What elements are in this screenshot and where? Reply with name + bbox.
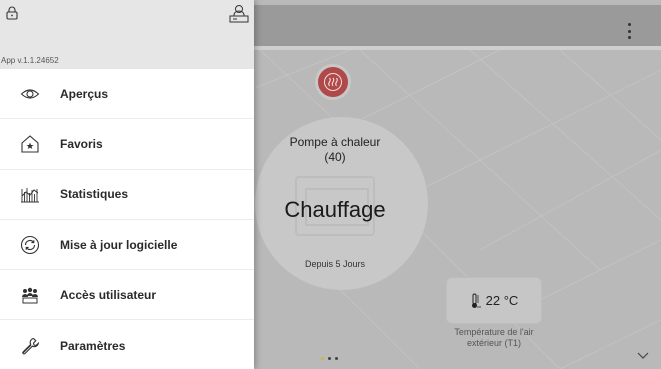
menu-item-favoris[interactable]: Favoris — [0, 119, 254, 170]
lock-icon[interactable] — [6, 6, 18, 20]
menu-item-mise-a-jour[interactable]: Mise à jour logicielle — [0, 220, 254, 271]
chevron-down-icon[interactable] — [637, 351, 649, 361]
menu-item-parametres[interactable]: Paramètres — [0, 320, 254, 369]
navigation-drawer: App v.1.1.24652 Aperçus Favoris Statisti… — [0, 0, 254, 369]
menu-item-acces-utilisateur[interactable]: Accès utilisateur — [0, 270, 254, 321]
outdoor-temperature-card[interactable]: 22 °C — [446, 277, 542, 324]
menu-item-statistiques[interactable]: Statistiques — [0, 170, 254, 220]
software-update-icon — [20, 235, 40, 254]
menu-item-label: Statistiques — [60, 187, 129, 202]
mode-duration: Depuis 5 Jours — [304, 259, 366, 269]
menu-item-label: Paramètres — [60, 338, 126, 353]
drawer-header: App v.1.1.24652 — [0, 0, 254, 69]
drawer-menu: Aperçus Favoris Statistiques Mise à jour… — [0, 69, 254, 369]
menu-item-apercus[interactable]: Aperçus — [0, 69, 254, 120]
heating-mode-button[interactable] — [315, 64, 351, 100]
page-dot[interactable] — [335, 357, 338, 360]
menu-item-label: Accès utilisateur — [60, 287, 157, 302]
user-account-icon[interactable] — [228, 4, 250, 24]
thermometer-icon — [471, 293, 481, 308]
menu-item-label: Mise à jour logicielle — [60, 237, 178, 252]
page-dot[interactable] — [328, 357, 331, 360]
user-access-icon — [22, 287, 38, 304]
menu-item-label: Favoris — [60, 136, 103, 151]
app-version: App v.1.1.24652 — [1, 56, 59, 65]
device-title: Pompe à chaleur (40) — [289, 135, 381, 164]
eye-icon — [20, 89, 40, 99]
page-indicator[interactable] — [321, 357, 338, 360]
statistics-icon — [21, 188, 39, 203]
outdoor-temperature-value: 22 °C — [485, 293, 519, 308]
more-options-icon[interactable] — [623, 21, 635, 41]
page-dot[interactable] — [321, 357, 324, 360]
wrench-icon — [22, 337, 40, 355]
heat-waves-icon — [324, 73, 342, 91]
outdoor-temperature-label: Température de l'air extérieur (T1) — [454, 327, 534, 348]
menu-item-label: Aperçus — [60, 86, 109, 101]
home-star-icon — [21, 135, 39, 153]
operating-mode: Chauffage — [284, 197, 386, 222]
